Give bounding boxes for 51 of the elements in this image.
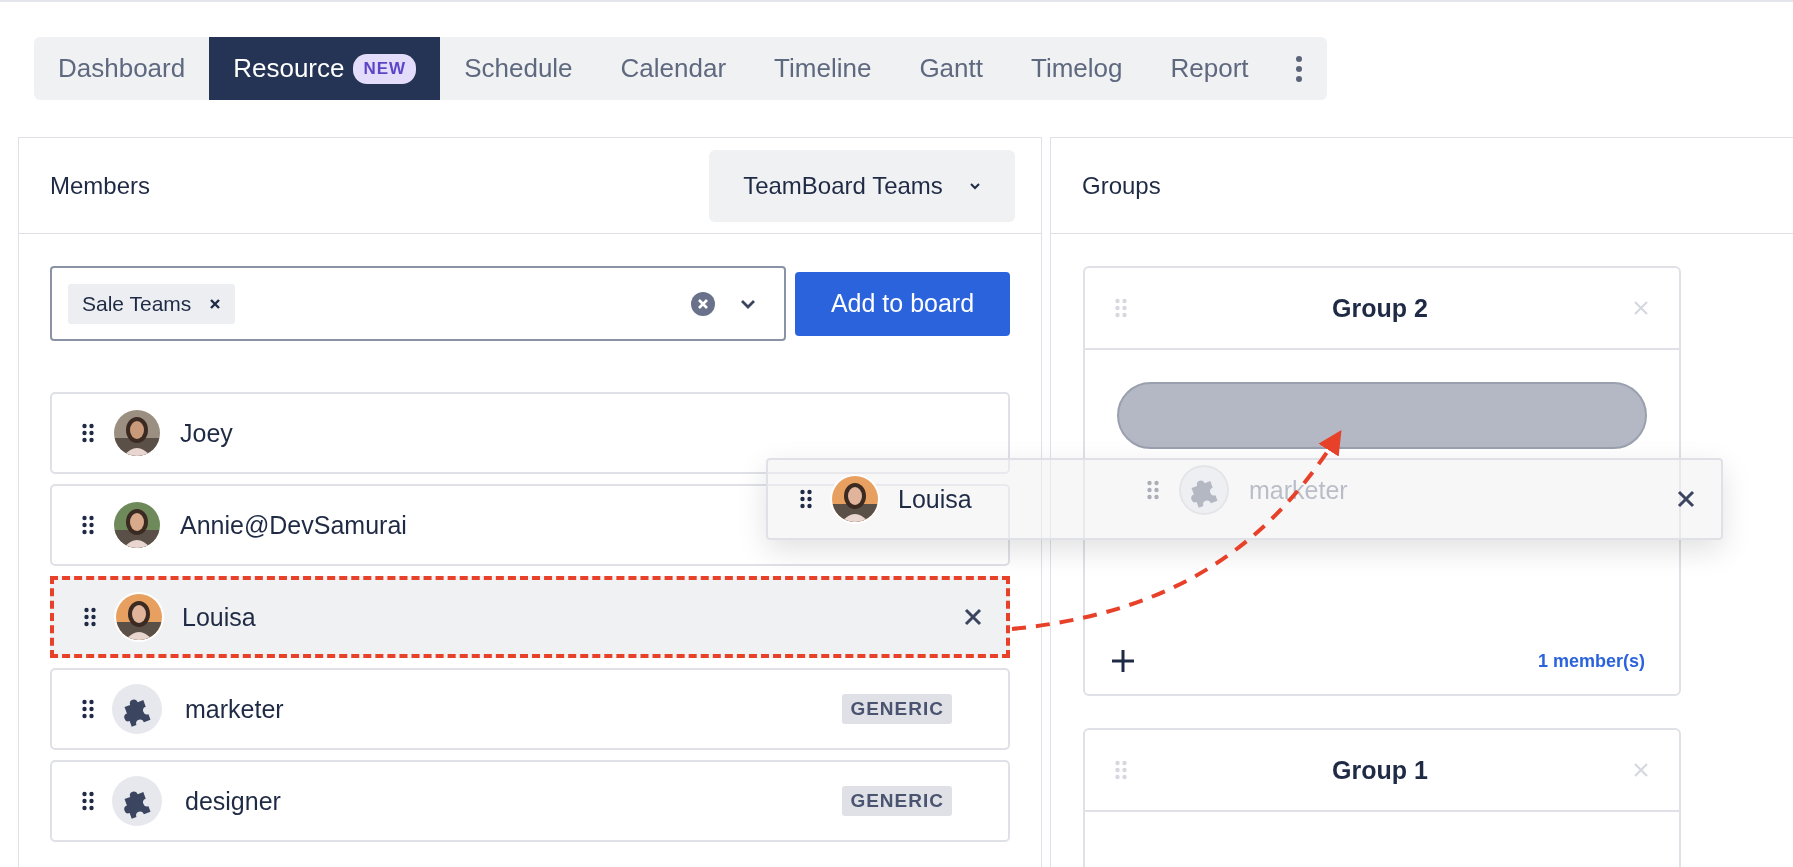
new-badge: NEW — [353, 53, 417, 84]
drag-handle-icon[interactable] — [82, 791, 94, 811]
caret-icon — [968, 181, 981, 190]
member-name: Louisa — [898, 484, 972, 514]
panel-title: Members — [50, 171, 152, 200]
drag-handle-icon[interactable] — [82, 423, 94, 443]
drag-handle-icon[interactable] — [82, 515, 94, 535]
member-name: Louisa — [182, 602, 256, 632]
puzzle-avatar-icon — [112, 684, 162, 734]
member-row[interactable]: Louisa — [50, 576, 1010, 658]
drag-handle-icon[interactable] — [82, 699, 94, 719]
member-name: Annie@DevSamurai — [180, 510, 407, 540]
drag-handle-icon[interactable] — [84, 607, 96, 627]
member-row[interactable]: designer GENERIC — [50, 760, 1010, 842]
close-icon[interactable] — [1677, 490, 1695, 508]
tab[interactable]: Timeline — [750, 37, 896, 100]
drag-handle-icon[interactable] — [800, 489, 812, 509]
member-name: Joey — [180, 418, 233, 448]
member-name: designer — [185, 786, 281, 816]
more-icon[interactable] — [1294, 55, 1303, 82]
member-name: marketer — [1249, 475, 1348, 505]
clear-icon[interactable] — [690, 290, 716, 317]
group-title: Group 2 — [1331, 293, 1429, 323]
drag-handle-icon[interactable] — [1115, 760, 1127, 780]
puzzle-avatar-icon — [112, 776, 162, 826]
chevron-down-icon[interactable] — [740, 298, 756, 309]
tab[interactable]: Timelog — [1007, 37, 1147, 100]
member-name: marketer — [185, 694, 284, 724]
add-icon[interactable] — [1111, 649, 1135, 673]
member-row[interactable]: Joey — [50, 392, 1010, 474]
close-icon[interactable] — [964, 608, 982, 626]
drag-handle-icon[interactable] — [1147, 480, 1159, 500]
add-to-board-button[interactable]: Add to board — [795, 271, 1010, 336]
tab[interactable]: Calendar — [596, 37, 751, 100]
team-dropdown[interactable]: TeamBoard Teams — [709, 149, 1015, 222]
tab[interactable]: Dashboard — [34, 37, 210, 100]
tab[interactable]: Schedule — [440, 37, 597, 100]
member-row[interactable]: marketer GENERIC — [50, 668, 1010, 750]
tag-label: Sale Teams — [82, 291, 192, 316]
tab[interactable]: Resource NEW — [209, 37, 441, 100]
panel-title: Groups — [1082, 171, 1162, 200]
generic-badge: GENERIC — [842, 786, 952, 816]
member-count: 1 member(s) — [1537, 650, 1645, 672]
drag-handle-icon[interactable] — [1115, 298, 1127, 318]
group-title: Group 1 — [1331, 755, 1429, 785]
generic-badge: GENERIC — [842, 694, 952, 724]
remove-icon[interactable] — [209, 297, 222, 310]
tab[interactable]: Gantt — [895, 37, 1007, 100]
puzzle-avatar-icon — [1179, 465, 1229, 515]
tab[interactable]: Report — [1146, 37, 1273, 100]
team-select-field[interactable]: Sale Teams — [50, 266, 786, 341]
